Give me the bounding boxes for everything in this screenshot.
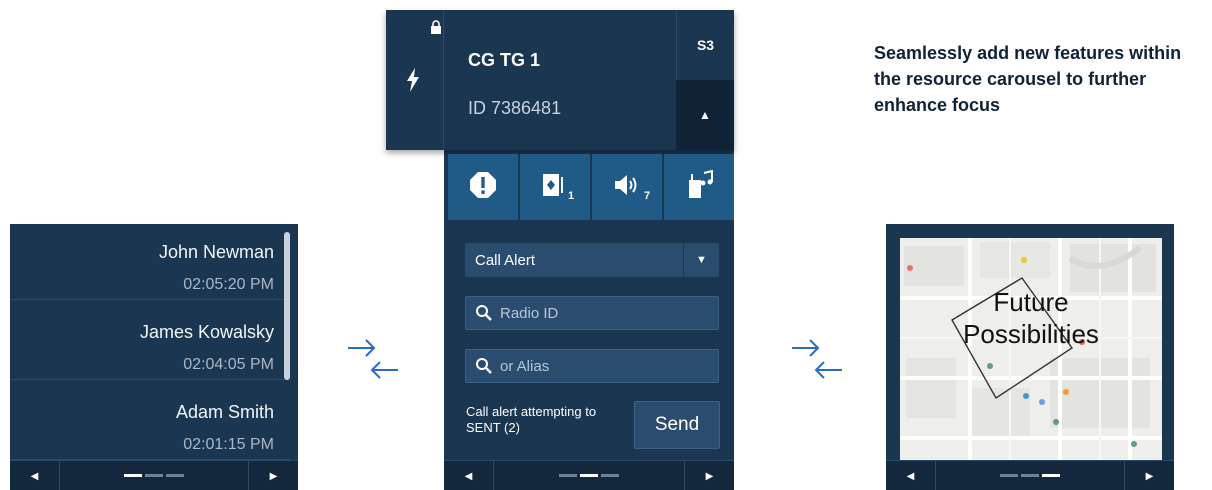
contact-name: James Kowalsky (139, 322, 274, 342)
feature-description: Seamlessly add new features within the r… (874, 43, 1182, 115)
alert-type-select[interactable]: Call Alert ▼ (465, 243, 719, 277)
alias-field[interactable] (465, 349, 719, 383)
radio-card-button[interactable]: 1 (520, 154, 590, 220)
volume-level-badge: 7 (644, 190, 651, 202)
carousel-nav: ◀ ▶ (10, 460, 298, 490)
page-indicator (559, 474, 619, 477)
alias-input[interactable] (500, 355, 700, 377)
caret-down-icon[interactable]: ▼ (683, 243, 719, 277)
carousel-nav: ◀ ▶ (886, 460, 1174, 490)
scrollbar[interactable] (284, 232, 290, 380)
list-item[interactable]: James Kowalsky 02:04:05 PM (10, 304, 290, 380)
contact-name: John Newman (158, 242, 274, 262)
list-item[interactable]: John Newman 02:05:20 PM (10, 224, 290, 300)
volume-button[interactable]: 7 (592, 154, 662, 220)
radio-id-input[interactable] (500, 302, 700, 324)
page-dot (1042, 474, 1060, 477)
call-history-panel: John Newman 02:05:20 PM James Kowalsky 0… (10, 224, 298, 490)
action-icon-row: 1 7 (448, 154, 734, 220)
radio-id-field[interactable] (465, 296, 719, 330)
right-arrow-icon[interactable]: ▶ (248, 461, 298, 490)
alert-type-value: Call Alert (475, 252, 536, 269)
page-dot (1021, 474, 1039, 477)
search-icon (475, 357, 493, 380)
carousel-nav: ◀ ▶ (444, 460, 734, 490)
talkgroup-title: CG TG 1 (468, 50, 541, 70)
page-indicator (124, 474, 184, 477)
call-time: 02:05:20 PM (183, 276, 274, 293)
lightning-bolt-icon (406, 68, 420, 99)
left-arrow-icon[interactable]: ◀ (444, 461, 494, 490)
title-line-2: Possibilities (963, 319, 1099, 349)
call-time: 02:04:05 PM (183, 356, 274, 373)
talkgroup-card[interactable]: CG TG 1 ID 7386481 S3 ▲ (386, 10, 734, 150)
alert-button[interactable] (448, 154, 518, 220)
page-indicator (1000, 474, 1060, 477)
left-arrow-icon[interactable]: ◀ (886, 461, 936, 490)
left-arrow-icon[interactable]: ◀ (10, 461, 60, 490)
future-feature-panel: Future Possibilities ◀ ▶ (886, 224, 1174, 490)
title-line-1: Future (993, 287, 1069, 317)
call-time: 02:01:15 PM (183, 436, 274, 453)
radio-music-icon (684, 169, 714, 205)
search-icon (475, 304, 493, 327)
converge-arrows-icon (342, 334, 402, 384)
page-dot (124, 474, 142, 477)
slot-badge: S3 (676, 10, 734, 80)
page-dot (580, 474, 598, 477)
talkgroup-id: ID 7386481 (468, 98, 562, 118)
page-dot (559, 474, 577, 477)
radio-music-button[interactable] (664, 154, 734, 220)
send-button[interactable]: Send (634, 401, 720, 449)
radio-count-badge: 1 (568, 190, 575, 202)
page-dot (145, 474, 163, 477)
page-dot (166, 474, 184, 477)
future-possibilities-title: Future Possibilities (900, 286, 1162, 350)
radio-card-icon (540, 171, 570, 204)
list-item[interactable]: Adam Smith 02:01:15 PM (10, 384, 290, 460)
converge-arrows-icon (786, 334, 846, 384)
alert-icon (469, 171, 497, 204)
volume-icon (612, 171, 642, 204)
page-dot (1000, 474, 1018, 477)
chevron-up-icon[interactable]: ▲ (676, 80, 734, 150)
right-arrow-icon[interactable]: ▶ (1124, 461, 1174, 490)
call-alert-status: Call alert attempting to SENT (2) (466, 404, 597, 435)
right-arrow-icon[interactable]: ▶ (684, 461, 734, 490)
page-dot (601, 474, 619, 477)
map-preview: Future Possibilities (900, 238, 1162, 460)
lock-icon (430, 20, 442, 39)
contact-name: Adam Smith (175, 402, 274, 422)
